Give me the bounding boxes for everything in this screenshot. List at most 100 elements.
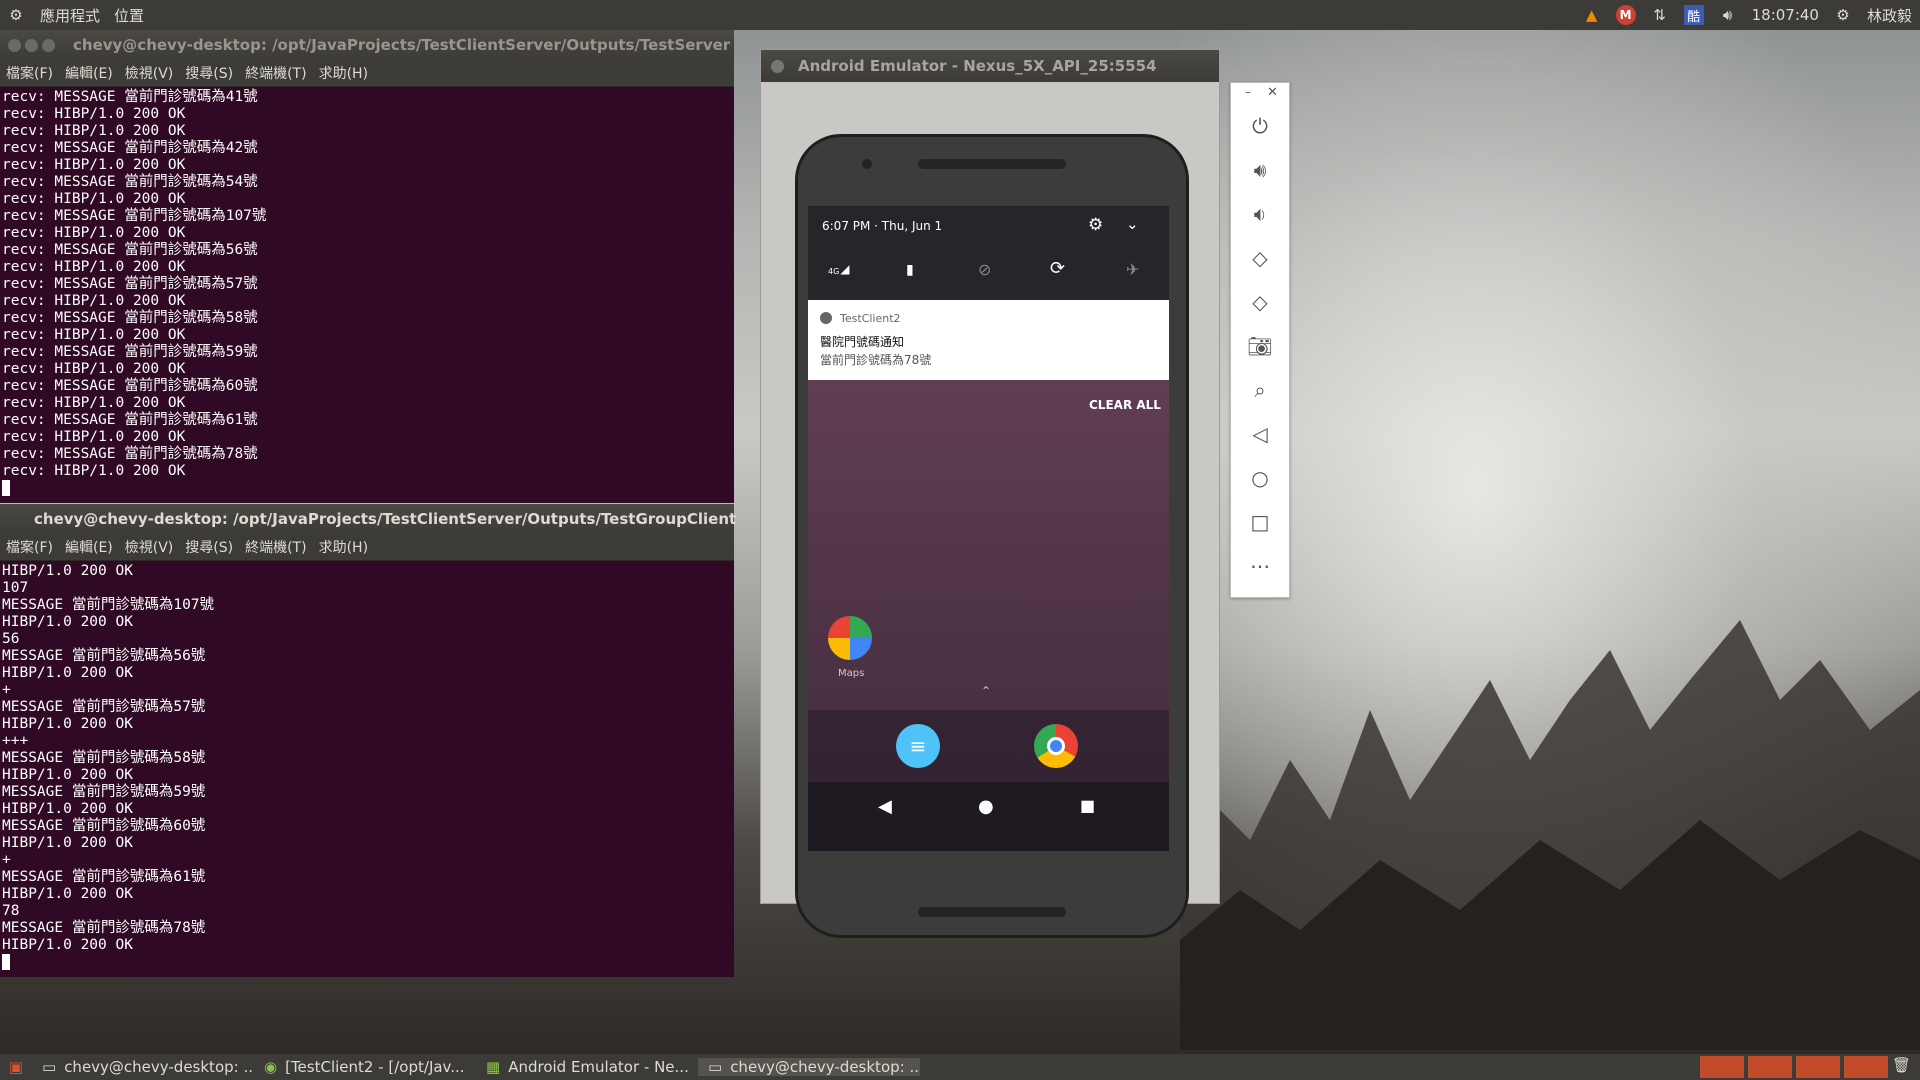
minimize-icon[interactable] [25, 38, 38, 52]
terminal-line: HIBP/1.0 200 OK [2, 563, 133, 579]
terminal-line: recv: HIBP/1.0 200 OK [2, 123, 186, 139]
maximize-icon[interactable] [42, 38, 55, 52]
menu-search[interactable]: 搜尋(S) [185, 63, 233, 83]
workspace-3[interactable] [1796, 1056, 1840, 1078]
network-icon[interactable]: ⇅ [1650, 5, 1670, 25]
terminal-line: recv: MESSAGE 當前門診號碼為41號 [2, 89, 258, 105]
terminal-line: HIBP/1.0 200 OK [2, 835, 133, 851]
ubuntu-logo-icon[interactable]: ⚙ [6, 5, 26, 25]
more-icon[interactable]: ⋯ [1245, 551, 1275, 581]
back-icon[interactable]: ◀ [878, 796, 892, 817]
menu-file[interactable]: 檔案(F) [6, 63, 53, 83]
window-titlebar[interactable]: Android Emulator - Nexus_5X_API_25:5554 [761, 50, 1219, 82]
terminal-line: recv: HIBP/1.0 200 OK [2, 429, 186, 445]
workspace-1[interactable] [1700, 1056, 1744, 1078]
user-name[interactable]: 林政毅 [1867, 5, 1912, 26]
server-terminal-window[interactable]: chevy@chevy-desktop: /opt/JavaProjects/T… [0, 30, 734, 503]
phone-screen[interactable]: 6:07 PM · Thu, Jun 1 ⚙ ⌄ 4G ◢ ▮ ⊘ ⟳ ✈ Tes… [808, 206, 1169, 851]
terminal-line: recv: HIBP/1.0 200 OK [2, 106, 186, 122]
client-terminal-window[interactable]: chevy@chevy-desktop: /opt/JavaProjects/T… [0, 504, 736, 977]
quick-settings: 6:07 PM · Thu, Jun 1 ⚙ ⌄ 4G ◢ ▮ ⊘ ⟳ ✈ [808, 206, 1169, 300]
terminal-line: MESSAGE 當前門診號碼為107號 [2, 597, 215, 613]
overview-icon[interactable]: □ [1245, 507, 1275, 537]
terminal-output[interactable]: HIBP/1.0 200 OK 107 MESSAGE 當前門診號碼為107號 HIB… [0, 561, 734, 977]
menu-search[interactable]: 搜尋(S) [185, 537, 233, 557]
applications-menu[interactable]: 應用程式 [40, 5, 100, 26]
chrome-app-icon[interactable] [1034, 724, 1078, 768]
minimize-icon[interactable]: – [1245, 85, 1251, 99]
chevron-down-icon[interactable]: ⌄ [1126, 215, 1139, 233]
taskbar-item[interactable]: ◉ [TestClient2 - [/opt/Jav... [254, 1058, 476, 1076]
back-icon[interactable]: ◁ [1245, 419, 1275, 449]
terminal-line: MESSAGE 當前門診號碼為58號 [2, 750, 206, 766]
taskbar-item[interactable]: ▦ Android Emulator - Ne... [476, 1058, 698, 1076]
settings-gear-icon[interactable]: ⚙ [1833, 5, 1853, 25]
battery-icon[interactable]: ▮ [906, 262, 914, 278]
recents-icon[interactable]: ■ [1080, 796, 1095, 815]
taskbar-item[interactable]: ▭ chevy@chevy-desktop: ... [698, 1058, 920, 1076]
signal-icon[interactable]: 4G ◢ [828, 262, 850, 276]
menu-view[interactable]: 檢視(V) [125, 537, 174, 557]
do-not-disturb-icon[interactable]: ⊘ [978, 260, 991, 279]
menubar: 檔案(F) 編輯(E) 檢視(V) 搜尋(S) 終端機(T) 求助(H) [0, 60, 734, 87]
terminal-output[interactable]: recv: MESSAGE 當前門診號碼為41號 recv: HIBP/1.0 2… [0, 87, 734, 503]
show-desktop-icon[interactable]: ▣ [6, 1057, 26, 1077]
messages-app-icon[interactable]: ≡ [896, 724, 940, 768]
status-time: 6:07 PM · Thu, Jun 1 [822, 219, 943, 233]
settings-gear-icon[interactable]: ⚙ [1088, 215, 1103, 235]
terminal-cursor-line [2, 954, 734, 971]
rotate-right-icon[interactable]: ◇ [1245, 287, 1275, 317]
menu-help[interactable]: 求助(H) [319, 537, 368, 557]
clear-all-button[interactable]: CLEAR ALL [1089, 398, 1161, 412]
camera-icon[interactable]: 📷︎ [1245, 331, 1275, 361]
workspace-switcher[interactable]: 🗑︎ [1700, 1056, 1920, 1078]
menu-terminal[interactable]: 終端機(T) [245, 537, 306, 557]
bottom-speaker [918, 907, 1066, 917]
menu-view[interactable]: 檢視(V) [125, 63, 174, 83]
airplane-mode-icon[interactable]: ✈ [1126, 260, 1139, 279]
home-icon[interactable]: ● [978, 796, 994, 817]
workspace-4[interactable] [1844, 1056, 1888, 1078]
menu-file[interactable]: 檔案(F) [6, 537, 53, 557]
menu-help[interactable]: 求助(H) [319, 63, 368, 83]
vlc-icon[interactable]: ▲ [1582, 5, 1602, 25]
volume-down-icon[interactable]: 🔉︎ [1245, 199, 1275, 229]
terminal-line: MESSAGE 當前門診號碼為78號 [2, 920, 206, 936]
window-titlebar[interactable]: chevy@chevy-desktop: /opt/JavaProjects/T… [0, 504, 736, 534]
maps-app-icon[interactable] [828, 616, 872, 660]
terminal-line: recv: MESSAGE 當前門診號碼為54號 [2, 174, 258, 190]
close-icon[interactable] [8, 38, 21, 52]
app-drawer-arrow-icon[interactable]: ⌃ [981, 684, 991, 698]
workspace-2[interactable] [1748, 1056, 1792, 1078]
rotate-left-icon[interactable]: ◇ [1245, 243, 1275, 273]
taskbar-item[interactable]: ▭ chevy@chevy-desktop: ... [32, 1058, 254, 1076]
auto-rotate-icon[interactable]: ⟳ [1050, 258, 1065, 279]
menu-edit[interactable]: 編輯(E) [65, 537, 113, 557]
phone-frame: 6:07 PM · Thu, Jun 1 ⚙ ⌄ 4G ◢ ▮ ⊘ ⟳ ✈ Tes… [795, 134, 1189, 938]
menu-edit[interactable]: 編輯(E) [65, 63, 113, 83]
close-icon[interactable] [771, 59, 784, 73]
taskbar-item-label: Android Emulator - Ne... [508, 1058, 689, 1076]
emulator-control-panel: – ✕ ⏻ 🔊︎ 🔉︎ ◇ ◇ 📷︎ ⌕ ◁ ○ □ ⋯ [1230, 82, 1290, 598]
terminal-line: MESSAGE 當前門診號碼為59號 [2, 784, 206, 800]
home-icon[interactable]: ○ [1245, 463, 1275, 493]
power-icon[interactable]: ⏻ [1245, 111, 1275, 141]
places-menu[interactable]: 位置 [114, 5, 144, 26]
emulator-icon: ▦ [486, 1058, 501, 1076]
clock[interactable]: 18:07:40 [1752, 6, 1819, 24]
notification-card[interactable]: TestClient2 醫院門號碼通知 當前門診號碼為78號 [808, 300, 1169, 380]
terminal-line: 56 [2, 631, 20, 647]
volume-icon[interactable]: 🔊︎ [1718, 5, 1738, 25]
terminal-line: recv: MESSAGE 當前門診號碼為56號 [2, 242, 258, 258]
input-method-icon[interactable]: 酷 [1683, 5, 1704, 25]
zoom-icon[interactable]: ⌕ [1245, 375, 1275, 405]
android-emulator-window[interactable]: Android Emulator - Nexus_5X_API_25:5554 … [760, 49, 1220, 938]
window-titlebar[interactable]: chevy@chevy-desktop: /opt/JavaProjects/T… [0, 30, 734, 60]
notification-text: 當前門診號碼為78號 [820, 353, 932, 367]
app-icon [820, 312, 832, 324]
volume-up-icon[interactable]: 🔊︎ [1245, 155, 1275, 185]
gmail-icon[interactable]: M [1615, 5, 1636, 25]
trash-icon[interactable]: 🗑︎ [1892, 1056, 1914, 1078]
menu-terminal[interactable]: 終端機(T) [245, 63, 306, 83]
close-icon[interactable]: ✕ [1267, 85, 1278, 100]
